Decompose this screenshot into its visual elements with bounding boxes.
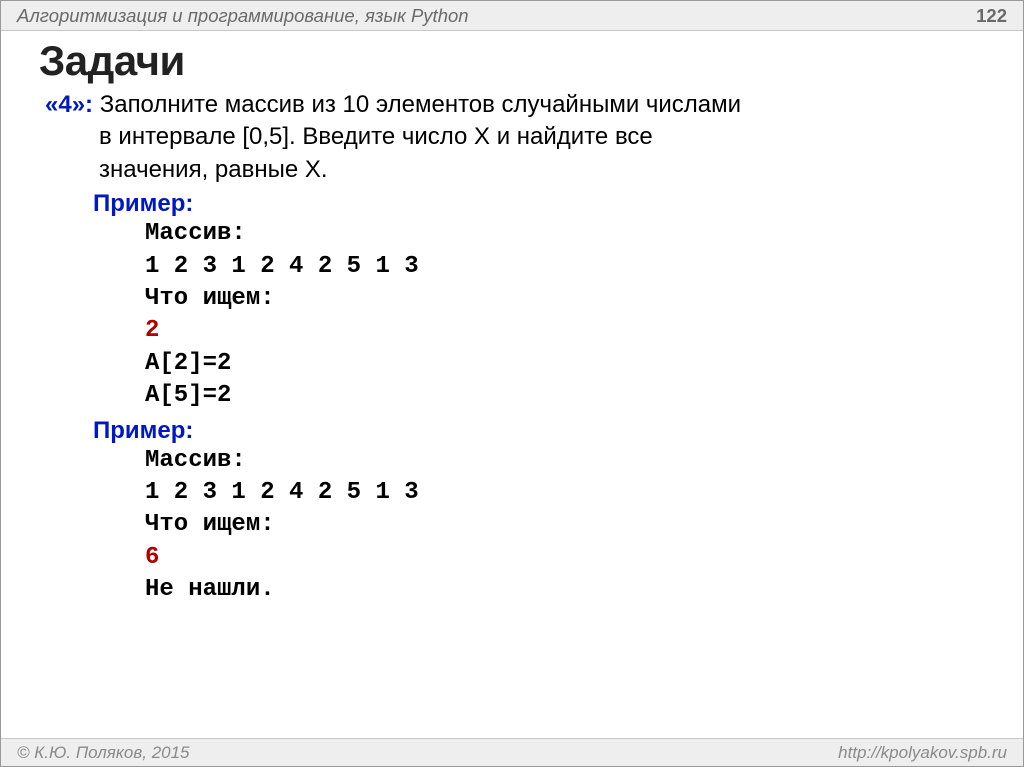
example2-array-values: 1 2 3 1 2 4 2 5 1 3: [145, 477, 985, 509]
slide-header: Алгоритмизация и программирование, язык …: [1, 1, 1023, 31]
page-number: 122: [976, 5, 1007, 27]
slide-page: Алгоритмизация и программирование, язык …: [0, 0, 1024, 767]
example1-output-1: A[2]=2: [145, 348, 985, 380]
slide-title: Задачи: [39, 37, 985, 85]
example-label-1: Пример:: [93, 190, 985, 218]
example1-prompt: Что ищем:: [145, 283, 985, 315]
task-statement: «4»: Заполните массив из 10 элементов сл…: [39, 89, 985, 186]
task-text-1: Заполните массив из 10 элементов случайн…: [100, 91, 741, 118]
example2-prompt: Что ищем:: [145, 509, 985, 541]
example-label-2: Пример:: [93, 417, 985, 445]
example2-input: 6: [145, 542, 985, 574]
course-title: Алгоритмизация и программирование, язык …: [17, 5, 469, 27]
task-text-2: в интервале [0,5]. Введите число X и най…: [99, 121, 985, 153]
task-text-3: значения, равные X.: [99, 154, 985, 186]
footer-url: http://kpolyakov.spb.ru: [838, 743, 1007, 763]
example1-input: 2: [145, 315, 985, 347]
copyright: © К.Ю. Поляков, 2015: [17, 743, 190, 763]
grade-label: «4»:: [45, 91, 93, 118]
example1-array-label: Массив:: [145, 218, 985, 250]
example1-array-values: 1 2 3 1 2 4 2 5 1 3: [145, 251, 985, 283]
slide-content: Задачи «4»: Заполните массив из 10 элеме…: [1, 31, 1023, 606]
example2-output: Не нашли.: [145, 574, 985, 606]
example1-output-2: A[5]=2: [145, 380, 985, 412]
slide-footer: © К.Ю. Поляков, 2015 http://kpolyakov.sp…: [1, 738, 1023, 766]
example2-array-label: Массив:: [145, 445, 985, 477]
